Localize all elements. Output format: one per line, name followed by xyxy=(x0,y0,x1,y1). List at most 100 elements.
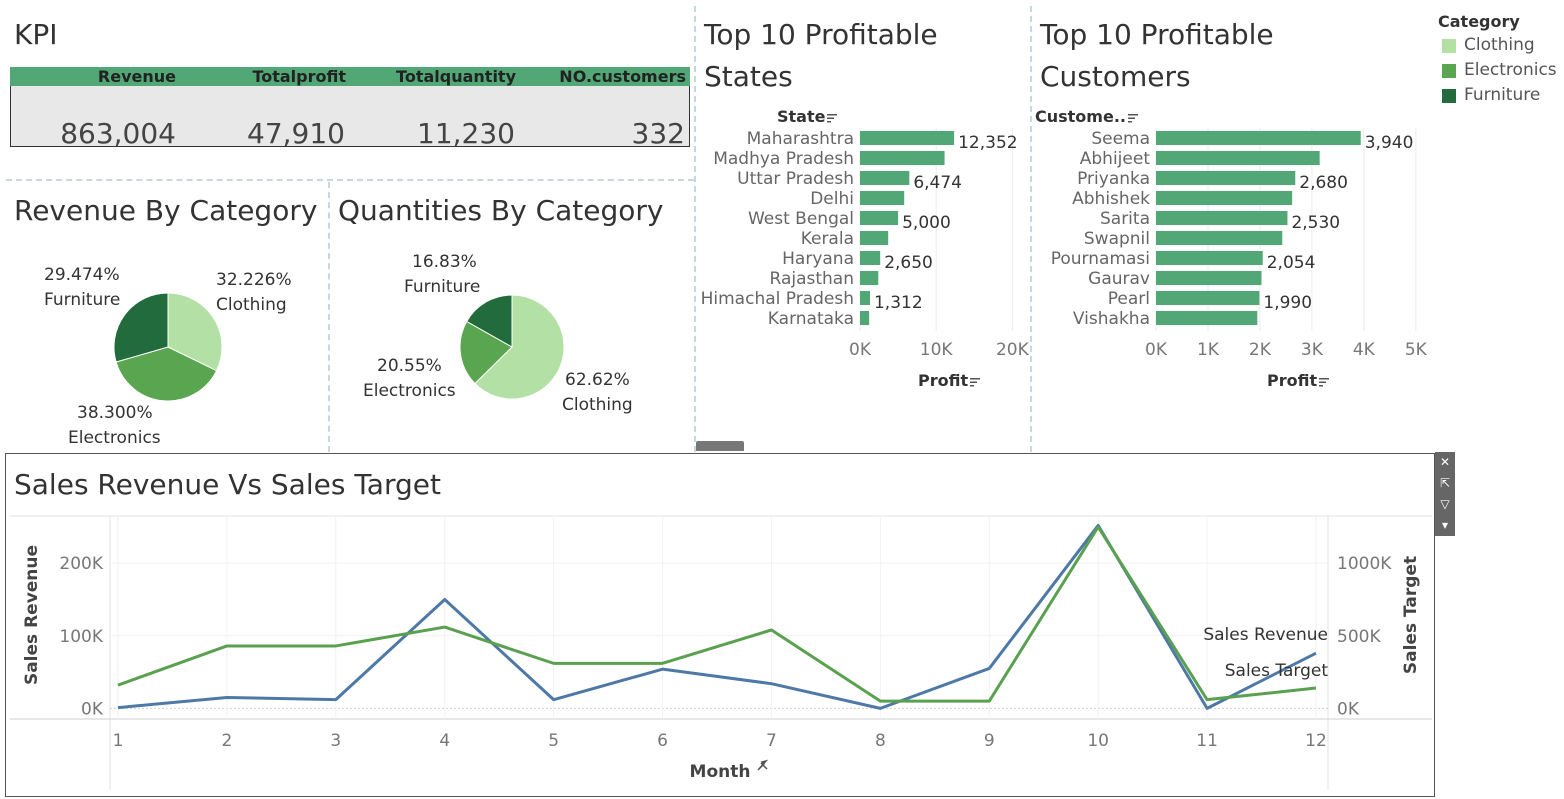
bar-west-bengal[interactable] xyxy=(860,211,899,225)
bar-value-label: 1,990 xyxy=(1263,293,1312,313)
y-tick-label: 100K xyxy=(59,627,103,647)
legend-swatch-clothing xyxy=(1442,39,1456,53)
bar-label-pearl: Pearl xyxy=(1108,289,1150,309)
sort-icon[interactable] xyxy=(827,113,838,123)
bar-delhi[interactable] xyxy=(860,191,905,205)
bar-sarita[interactable] xyxy=(1156,211,1288,225)
y-tick-label: 200K xyxy=(59,554,103,574)
bar-value-label: 1,312 xyxy=(874,293,923,313)
chart-toolbar: ✕ ⇱ ▽ ▾ xyxy=(1435,452,1455,536)
more-options-icon[interactable]: ▾ xyxy=(1435,515,1455,536)
bar-label-madhya-pradesh: Madhya Pradesh xyxy=(713,149,854,169)
resize-handle[interactable] xyxy=(696,441,744,451)
customer-header[interactable]: Custome.. xyxy=(1035,107,1138,126)
kpi-value-row: 863,004 47,910 11,230 332 xyxy=(10,86,690,150)
bar-uttar-pradesh[interactable] xyxy=(860,171,910,185)
axis-tick-label: 0K xyxy=(849,340,872,360)
axis-tick-label: 4K xyxy=(1353,340,1376,360)
bar-value-label: 2,054 xyxy=(1267,253,1316,273)
series-line-sales-revenue[interactable] xyxy=(117,523,1317,710)
bar-label-seema: Seema xyxy=(1091,129,1150,149)
y2-tick-label: 500K xyxy=(1337,627,1381,647)
customers-measure-header[interactable]: Profit xyxy=(1267,371,1330,390)
legend-label-electronics: Electronics xyxy=(1464,60,1557,80)
x-tick-label: 12 xyxy=(1305,731,1327,751)
bar-karnataka[interactable] xyxy=(860,311,870,325)
top-customers-bar-chart[interactable]: Seema 3,940AbhijeetPriyanka 2,680AbhishekS… xyxy=(1032,126,1436,366)
bar-label-kerala: Kerala xyxy=(801,229,854,249)
x-tick-label: 4 xyxy=(439,731,450,751)
revenue-by-category-title: Revenue By Category xyxy=(14,194,318,227)
x-tick-label: 6 xyxy=(657,731,668,751)
legend-item-clothing[interactable]: Clothing xyxy=(1438,35,1558,62)
bar-rajasthan[interactable] xyxy=(860,271,879,285)
close-icon[interactable]: ✕ xyxy=(1435,452,1455,473)
states-measure-label: Profit xyxy=(918,371,969,390)
bar-label-himachal-pradesh: Himachal Pradesh xyxy=(701,289,854,309)
kpi-header-customers: NO.customers xyxy=(559,67,686,86)
state-header-label: State xyxy=(777,107,826,126)
quantities-furniture-pct: 16.83% xyxy=(412,252,477,272)
bar-seema[interactable] xyxy=(1156,131,1361,145)
x-tick-label: 11 xyxy=(1196,731,1218,751)
axis-tick-label: 20K xyxy=(996,340,1030,360)
bar-priyanka[interactable] xyxy=(1156,171,1296,185)
bar-abhishek[interactable] xyxy=(1156,191,1293,205)
quantities-clothing-pct: 62.62% xyxy=(565,370,630,390)
pin-icon[interactable] xyxy=(757,759,769,771)
sales-line-chart[interactable]: 0K100K200K0K500K1000K1 2 3 4 5 6 7 8 9 10 11 12Mont… xyxy=(6,510,1432,794)
state-header[interactable]: State xyxy=(777,107,838,126)
top-states-title-line1: Top 10 Profitable xyxy=(704,18,938,51)
bar-gaurav[interactable] xyxy=(1156,271,1262,285)
y2-axis-title: Sales Target xyxy=(1401,556,1421,674)
bar-pournamasi[interactable] xyxy=(1156,251,1263,265)
quantities-electronics-pct: 20.55% xyxy=(377,356,442,376)
bar-kerala[interactable] xyxy=(860,231,889,245)
revenue-pie[interactable] xyxy=(108,288,228,408)
bar-abhijeet[interactable] xyxy=(1156,151,1320,165)
top-states-bar-chart[interactable]: Maharashtra 12,352 Madhya PradeshUttar Pra… xyxy=(696,126,1030,366)
customer-header-label: Custome.. xyxy=(1035,107,1126,126)
bar-vishakha[interactable] xyxy=(1156,311,1258,325)
bar-label-karnataka: Karnataka xyxy=(768,309,854,329)
filter-icon[interactable]: ▽ xyxy=(1435,494,1455,515)
category-legend[interactable]: Category Clothing Electronics Furniture xyxy=(1438,12,1558,112)
y-axis-title: Sales Revenue xyxy=(22,545,42,685)
legend-label-furniture: Furniture xyxy=(1464,85,1541,105)
bar-label-swapnil: Swapnil xyxy=(1084,229,1150,249)
divider-top-left xyxy=(6,179,694,181)
sort-icon[interactable] xyxy=(1319,377,1330,387)
bar-label-gaurav: Gaurav xyxy=(1088,269,1150,289)
kpi-value-totalprofit: 47,910 xyxy=(247,117,345,150)
bar-value-label: 2,680 xyxy=(1299,173,1348,193)
bar-value-label: 6,474 xyxy=(913,173,962,193)
bar-value-label: 12,352 xyxy=(958,133,1017,153)
popout-icon[interactable]: ⇱ xyxy=(1435,473,1455,494)
bar-swapnil[interactable] xyxy=(1156,231,1283,245)
kpi-header-totalquantity: Totalquantity xyxy=(396,67,516,86)
revenue-electronics-label: Electronics xyxy=(68,428,161,448)
x-tick-label: 5 xyxy=(548,731,559,751)
sort-icon[interactable] xyxy=(1127,113,1138,123)
customers-measure-label: Profit xyxy=(1267,371,1318,390)
bar-haryana[interactable] xyxy=(860,251,881,265)
axis-tick-label: 5K xyxy=(1405,340,1428,360)
sort-icon[interactable] xyxy=(970,377,981,387)
kpi-value-customers: 332 xyxy=(631,117,685,150)
legend-item-electronics[interactable]: Electronics xyxy=(1438,60,1558,87)
bar-pearl[interactable] xyxy=(1156,291,1260,305)
bar-maharashtra[interactable] xyxy=(860,131,955,145)
states-measure-header[interactable]: Profit xyxy=(918,371,981,390)
top-customers-title-line1: Top 10 Profitable xyxy=(1040,18,1274,51)
bar-madhya-pradesh[interactable] xyxy=(860,151,945,165)
axis-tick-label: 10K xyxy=(920,340,954,360)
bar-label-uttar-pradesh: Uttar Pradesh xyxy=(737,169,854,189)
y2-tick-label: 1000K xyxy=(1337,554,1392,574)
legend-item-furniture[interactable]: Furniture xyxy=(1438,85,1558,112)
x-tick-label: 1 xyxy=(113,731,124,751)
legend-swatch-electronics xyxy=(1442,64,1456,78)
quantities-pie[interactable] xyxy=(455,290,571,406)
legend-title: Category xyxy=(1438,12,1520,31)
revenue-furniture-label: Furniture xyxy=(44,290,121,310)
bar-himachal-pradesh[interactable] xyxy=(860,291,870,305)
